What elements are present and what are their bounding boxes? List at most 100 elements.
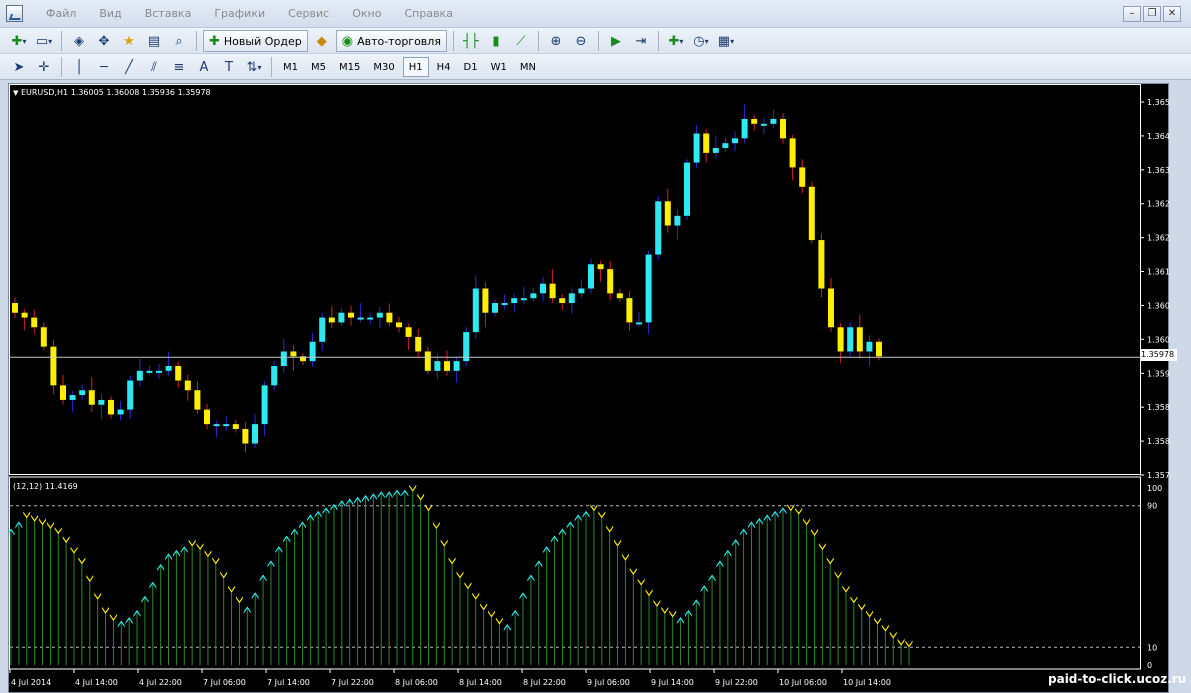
indicator-down-arrow <box>818 543 826 551</box>
bull-candle <box>252 424 258 444</box>
indicator-level-label: 90 <box>1147 502 1157 511</box>
bull-candle <box>117 409 124 415</box>
bull-candle <box>693 133 700 163</box>
separator <box>61 31 62 51</box>
horizontal-line-icon[interactable]: ─ <box>93 56 115 78</box>
bull-candle <box>684 162 690 216</box>
time-tick-label: 8 Jul 14:00 <box>459 678 502 687</box>
price-tick-label: 1.36085 <box>1147 301 1170 310</box>
timeframe-h1[interactable]: H1 <box>402 57 429 77</box>
indicator-down-arrow <box>826 557 834 565</box>
vertical-line-icon[interactable]: │ <box>68 56 90 78</box>
bear-candle <box>482 288 489 313</box>
menu-charts[interactable]: Графики <box>202 7 276 20</box>
timeframe-w1[interactable]: W1 <box>486 57 512 77</box>
bear-candle <box>21 312 28 318</box>
time-tick-label: 9 Jul 14:00 <box>651 678 694 687</box>
terminal-icon[interactable]: ▤ <box>143 30 165 52</box>
indicators-icon[interactable]: ✚ ▾ <box>665 30 687 52</box>
time-tick-label: 4 Jul 22:00 <box>139 678 182 687</box>
templates-icon[interactable]: ▦ ▾ <box>715 30 737 52</box>
price-tick-label: 1.36225 <box>1147 234 1170 243</box>
zoom-in-icon[interactable]: ⊕ <box>545 30 567 52</box>
indicator-down-arrow <box>858 603 866 611</box>
collapse-triangle-icon[interactable]: ▼ <box>13 89 18 97</box>
timeframe-m5[interactable]: M5 <box>306 57 331 77</box>
time-tick-label: 9 Jul 22:00 <box>715 678 758 687</box>
bull-candle <box>866 341 873 352</box>
metaeditor-icon[interactable]: ◆ <box>311 30 333 52</box>
trendline-icon[interactable]: ╱ <box>118 56 140 78</box>
profiles-icon[interactable]: ▭ ▾ <box>33 30 55 52</box>
bull-candle <box>588 264 594 289</box>
bull-candle <box>357 317 364 320</box>
periods-clock-icon[interactable]: ◷ ▾ <box>690 30 712 52</box>
navigator-icon[interactable]: ★ <box>118 30 140 52</box>
timeframe-h4[interactable]: H4 <box>432 57 456 77</box>
equidistant-channel-icon[interactable]: ⫽ <box>143 56 165 78</box>
bear-candle <box>607 269 614 294</box>
autotrade-icon: ◉ <box>341 33 354 49</box>
indicator-down-arrow <box>881 624 889 632</box>
close-icon[interactable]: ✕ <box>1163 6 1181 22</box>
data-window-icon[interactable]: ✥ <box>93 30 115 52</box>
market-watch-icon[interactable]: ◈ <box>68 30 90 52</box>
new-order-button[interactable]: ✚ Новый Ордер <box>203 30 308 52</box>
cursor-icon[interactable]: ➤ <box>8 56 30 78</box>
minimize-icon[interactable]: – <box>1123 6 1141 22</box>
indicator-down-arrow <box>409 484 417 492</box>
chart-window[interactable]: 1.36505 1.36435 1.36365 1.36295 1.36225 1.361… <box>8 83 1170 693</box>
text-icon[interactable]: A <box>193 56 215 78</box>
bear-candle <box>597 264 604 270</box>
timeframe-m30[interactable]: M30 <box>368 57 399 77</box>
autotrade-button[interactable]: ◉ Авто-торговля <box>335 30 447 52</box>
app-chart-icon[interactable] <box>6 5 23 22</box>
timeframe-m1[interactable]: M1 <box>278 57 303 77</box>
indicator-level-label: 0 <box>1147 661 1152 670</box>
bull-candle <box>338 312 345 323</box>
menu-help[interactable]: Справка <box>392 7 463 20</box>
menu-tools[interactable]: Сервис <box>276 7 340 20</box>
bear-candle <box>328 317 335 323</box>
bull-candle <box>741 118 748 139</box>
text-label-icon[interactable]: T <box>218 56 240 78</box>
timeframe-m15[interactable]: M15 <box>334 57 365 77</box>
bar-chart-icon[interactable]: ┤├ <box>460 30 482 52</box>
menu-file[interactable]: Файл <box>34 7 87 20</box>
time-tick-label: 4 Jul 2014 <box>11 678 51 687</box>
time-tick-label: 7 Jul 14:00 <box>267 678 310 687</box>
tester-icon[interactable]: ⌕ <box>168 30 190 52</box>
auto-scroll-icon[interactable]: ▶ <box>605 30 627 52</box>
indicator-down-arrow <box>228 585 236 593</box>
new-chart-icon[interactable]: ✚ ▾ <box>8 30 30 52</box>
menu-view[interactable]: Вид <box>87 7 132 20</box>
indicator-down-arrow <box>873 617 881 625</box>
indicator-down-arrow <box>810 529 818 537</box>
indicator-down-arrow <box>23 511 31 519</box>
bull-candle <box>165 366 172 371</box>
indicator-down-arrow <box>54 527 62 535</box>
indicator-down-arrow <box>417 493 425 501</box>
bull-candle <box>127 380 134 410</box>
fibonacci-icon[interactable]: ≡ <box>168 56 190 78</box>
bear-candle <box>799 167 806 187</box>
line-chart-icon[interactable]: ⟋ <box>510 30 532 52</box>
candlestick-icon[interactable]: ▮ <box>485 30 507 52</box>
price-tick-label: 1.36155 <box>1147 268 1170 277</box>
autotrade-label: Авто-торговля <box>357 34 441 48</box>
indicator-down-arrow <box>440 539 448 547</box>
crosshair-icon[interactable]: ✛ <box>33 56 55 78</box>
arrows-icon[interactable]: ⇅ ▾ <box>243 56 265 78</box>
restore-icon[interactable]: ❐ <box>1143 6 1161 22</box>
menu-insert[interactable]: Вставка <box>133 7 203 20</box>
bull-candle <box>501 303 508 306</box>
timeframe-d1[interactable]: D1 <box>459 57 483 77</box>
menu-window[interactable]: Окно <box>340 7 392 20</box>
chart-canvas[interactable]: 1.36505 1.36435 1.36365 1.36295 1.36225 1.361… <box>9 84 1170 692</box>
indicator-down-arrow <box>850 596 858 604</box>
chart-shift-icon[interactable]: ⇥ <box>630 30 652 52</box>
bear-candle <box>559 298 566 304</box>
timeframe-mn[interactable]: MN <box>515 57 541 77</box>
indicator-down-arrow <box>70 546 78 554</box>
zoom-out-icon[interactable]: ⊖ <box>570 30 592 52</box>
